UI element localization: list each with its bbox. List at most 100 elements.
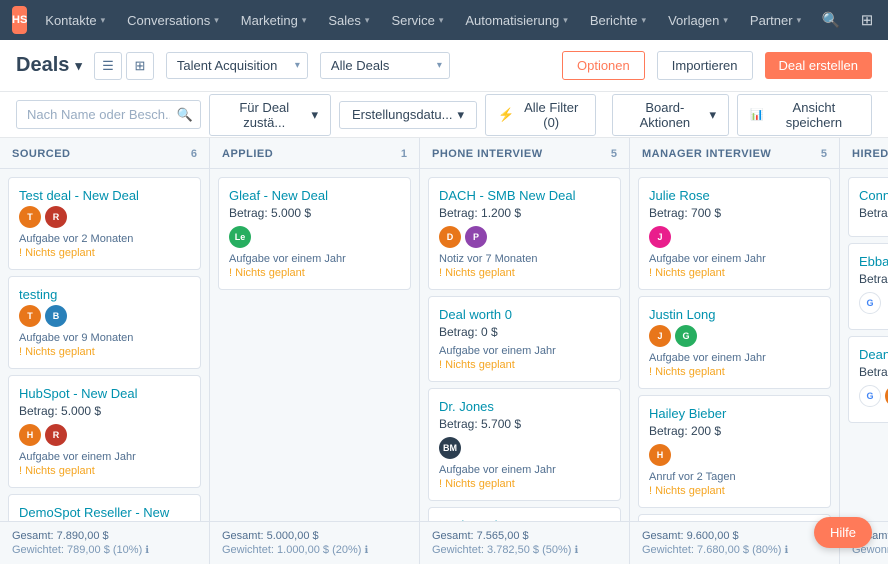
pipeline-select[interactable]: Talent Acquisition: [166, 52, 308, 79]
column-header: APPLIED 1: [210, 138, 419, 169]
deal-card[interactable]: DACH - SMB New DealBetrag: 1.200 $DPNoti…: [428, 177, 621, 290]
deal-card[interactable]: Dean AbbottBetrag: 6.290 $G4: [848, 336, 888, 423]
chevron-down-icon: ▾: [457, 107, 464, 123]
avatar: T: [19, 206, 41, 228]
deal-card[interactable]: DemoSpot Reseller - New DealBetrag: 700 …: [8, 494, 201, 521]
avatar: P: [465, 226, 487, 248]
deal-task: Aufgabe vor einem Jahr: [649, 352, 820, 364]
deal-planned: Nichts geplant: [439, 267, 610, 279]
deal-card[interactable]: Gleaf - New DealBetrag: 5.000 $LeAufgabe…: [218, 177, 411, 290]
filter-erstellungsdatum-button[interactable]: Erstellungsdatu... ▾: [339, 101, 477, 129]
hubspot-logo[interactable]: HS: [12, 6, 27, 34]
nav-service[interactable]: Service ▾: [381, 0, 453, 40]
avatar: B: [45, 305, 67, 327]
deal-amount: Betrag: 1 $: [859, 206, 888, 220]
search-input[interactable]: [16, 100, 201, 129]
chevron-down-icon: ▾: [642, 15, 647, 26]
nav-vorlagen[interactable]: Vorlagen ▾: [658, 0, 738, 40]
view-select[interactable]: Alle Deals: [320, 52, 450, 79]
view-toggle: ☰ ⊞: [94, 52, 154, 80]
column-title: SOURCED: [12, 148, 71, 160]
nav-partner[interactable]: Partner ▾: [740, 0, 811, 40]
search-icon-btn[interactable]: 🔍: [815, 4, 847, 36]
apps-icon-btn[interactable]: ⊞: [851, 4, 883, 36]
deal-amount: Betrag: 0 $: [439, 325, 610, 339]
chevron-down-icon: ▾: [710, 107, 717, 123]
deal-name: Deal worth 0: [439, 307, 610, 322]
deal-task: Notiz vor 7 Monaten: [439, 253, 610, 265]
deal-planned: Nichts geplant: [229, 267, 400, 279]
deal-avatars: H: [649, 444, 820, 466]
chevron-down-icon: ▾: [797, 15, 802, 26]
optionen-button[interactable]: Optionen: [562, 51, 645, 80]
deal-task: Aufgabe vor 2 Monaten: [19, 233, 190, 245]
importieren-button[interactable]: Importieren: [657, 51, 753, 80]
list-view-button[interactable]: ☰: [94, 52, 122, 80]
nav-berichte[interactable]: Berichte ▾: [580, 0, 656, 40]
deal-name: Test deal - New Deal: [19, 188, 190, 203]
column-title: MANAGER INTERVIEW: [642, 148, 771, 160]
deal-avatars: BM: [439, 437, 610, 459]
nav-sales[interactable]: Sales ▾: [318, 0, 379, 40]
deal-card[interactable]: Mark HochmanBetrag: 500 $LMGAufgabe vor …: [428, 507, 621, 521]
filter-bar: 🔍 Für Deal zustä... ▾ Erstellungsdatu...…: [0, 92, 888, 138]
nav-conversations[interactable]: Conversations ▾: [117, 0, 229, 40]
column-header: SOURCED 6: [0, 138, 209, 169]
column-header: MANAGER INTERVIEW 5: [630, 138, 839, 169]
cards-area: DACH - SMB New DealBetrag: 1.200 $DPNoti…: [420, 169, 629, 521]
pipeline-select-wrapper: Talent Acquisition ▾: [166, 52, 308, 79]
filter-zustaendig-button[interactable]: Für Deal zustä... ▾: [209, 94, 331, 136]
avatar: R: [45, 206, 67, 228]
deal-card[interactable]: HubSpot - New DealBetrag: 5.000 $HRAufga…: [8, 375, 201, 488]
help-button[interactable]: Hilfe: [814, 517, 872, 548]
deal-avatars: G4: [859, 385, 888, 407]
deal-card[interactable]: Connor DevlinBetrag: 1 $: [848, 177, 888, 237]
save-view-button[interactable]: 📊 Ansicht speichern: [737, 94, 872, 136]
deal-avatars: HR: [19, 424, 190, 446]
deal-card[interactable]: Deal worth 0Betrag: 0 $Aufgabe vor einem…: [428, 296, 621, 382]
board-actions-button[interactable]: Board-Aktionen ▾: [612, 94, 729, 136]
deal-task: Aufgabe vor einem Jahr: [229, 253, 400, 265]
column-footer: Gesamt: 5.000,00 $ Gewichtet: 1.000,00 $…: [210, 521, 419, 564]
deal-card[interactable]: Suffolk - New DealBetrag: 7.700 $SRNotiz…: [638, 514, 831, 521]
column-manager-interview: MANAGER INTERVIEW 5 Julie RoseBetrag: 70…: [630, 138, 840, 564]
deal-avatars: JG: [649, 325, 820, 347]
deal-card[interactable]: Justin LongJGAufgabe vor einem JahrNicht…: [638, 296, 831, 389]
column-count: 6: [191, 148, 197, 160]
deal-name: DemoSpot Reseller - New Deal: [19, 505, 190, 521]
deal-card[interactable]: Test deal - New Deal TR Aufgabe vor 2 Mona…: [8, 177, 201, 270]
deal-name: testing: [19, 287, 190, 302]
deal-card[interactable]: Julie RoseBetrag: 700 $JAufgabe vor eine…: [638, 177, 831, 290]
nav-automatisierung[interactable]: Automatisierung ▾: [455, 0, 577, 40]
deal-task: Aufgabe vor einem Jahr: [19, 451, 190, 463]
deal-card[interactable]: Hailey BieberBetrag: 200 $HAnruf vor 2 T…: [638, 395, 831, 508]
deal-amount: Betrag: 6.290 $: [859, 365, 888, 379]
footer-total: Gesamt: 7.890,00 $: [12, 530, 197, 542]
footer-weighted: Gewichtet: 3.782,50 $ (50%) ℹ: [432, 544, 617, 556]
deal-task: Anruf vor 2 Tagen: [649, 471, 820, 483]
deal-card[interactable]: Dr. JonesBetrag: 5.700 $BMAufgabe vor ei…: [428, 388, 621, 501]
column-header: PHONE INTERVIEW 5: [420, 138, 629, 169]
chevron-down-icon: ▾: [75, 58, 82, 74]
chevron-down-icon: ▾: [365, 15, 370, 26]
deal-card[interactable]: Ebba Johns - Ne...Betrag: 1.770 $G: [848, 243, 888, 330]
avatar: G: [859, 292, 881, 314]
deal-amount: Betrag: 200 $: [649, 424, 820, 438]
avatar: G: [859, 385, 881, 407]
column-title: PHONE INTERVIEW: [432, 148, 543, 160]
deal-avatars: Le: [229, 226, 400, 248]
deal-amount: Betrag: 5.000 $: [229, 206, 400, 220]
deal-card[interactable]: testingTBAufgabe vor 9 MonatenNichts gep…: [8, 276, 201, 369]
avatar: H: [19, 424, 41, 446]
deal-erstellen-button[interactable]: Deal erstellen: [765, 52, 873, 79]
nav-kontakte[interactable]: Kontakte ▾: [35, 0, 115, 40]
alle-filter-button[interactable]: ⚡ Alle Filter (0): [485, 94, 596, 136]
column-count: 1: [401, 148, 407, 160]
footer-weighted: Gewichtet: 7.680,00 $ (80%) ℹ: [642, 544, 827, 556]
deals-board: SOURCED 6 Test deal - New Deal TR Aufgabe …: [0, 138, 888, 564]
nav-marketing[interactable]: Marketing ▾: [231, 0, 317, 40]
avatar: J: [649, 226, 671, 248]
deal-name: Justin Long: [649, 307, 820, 322]
deal-name: DACH - SMB New Deal: [439, 188, 610, 203]
board-view-button[interactable]: ⊞: [126, 52, 154, 80]
